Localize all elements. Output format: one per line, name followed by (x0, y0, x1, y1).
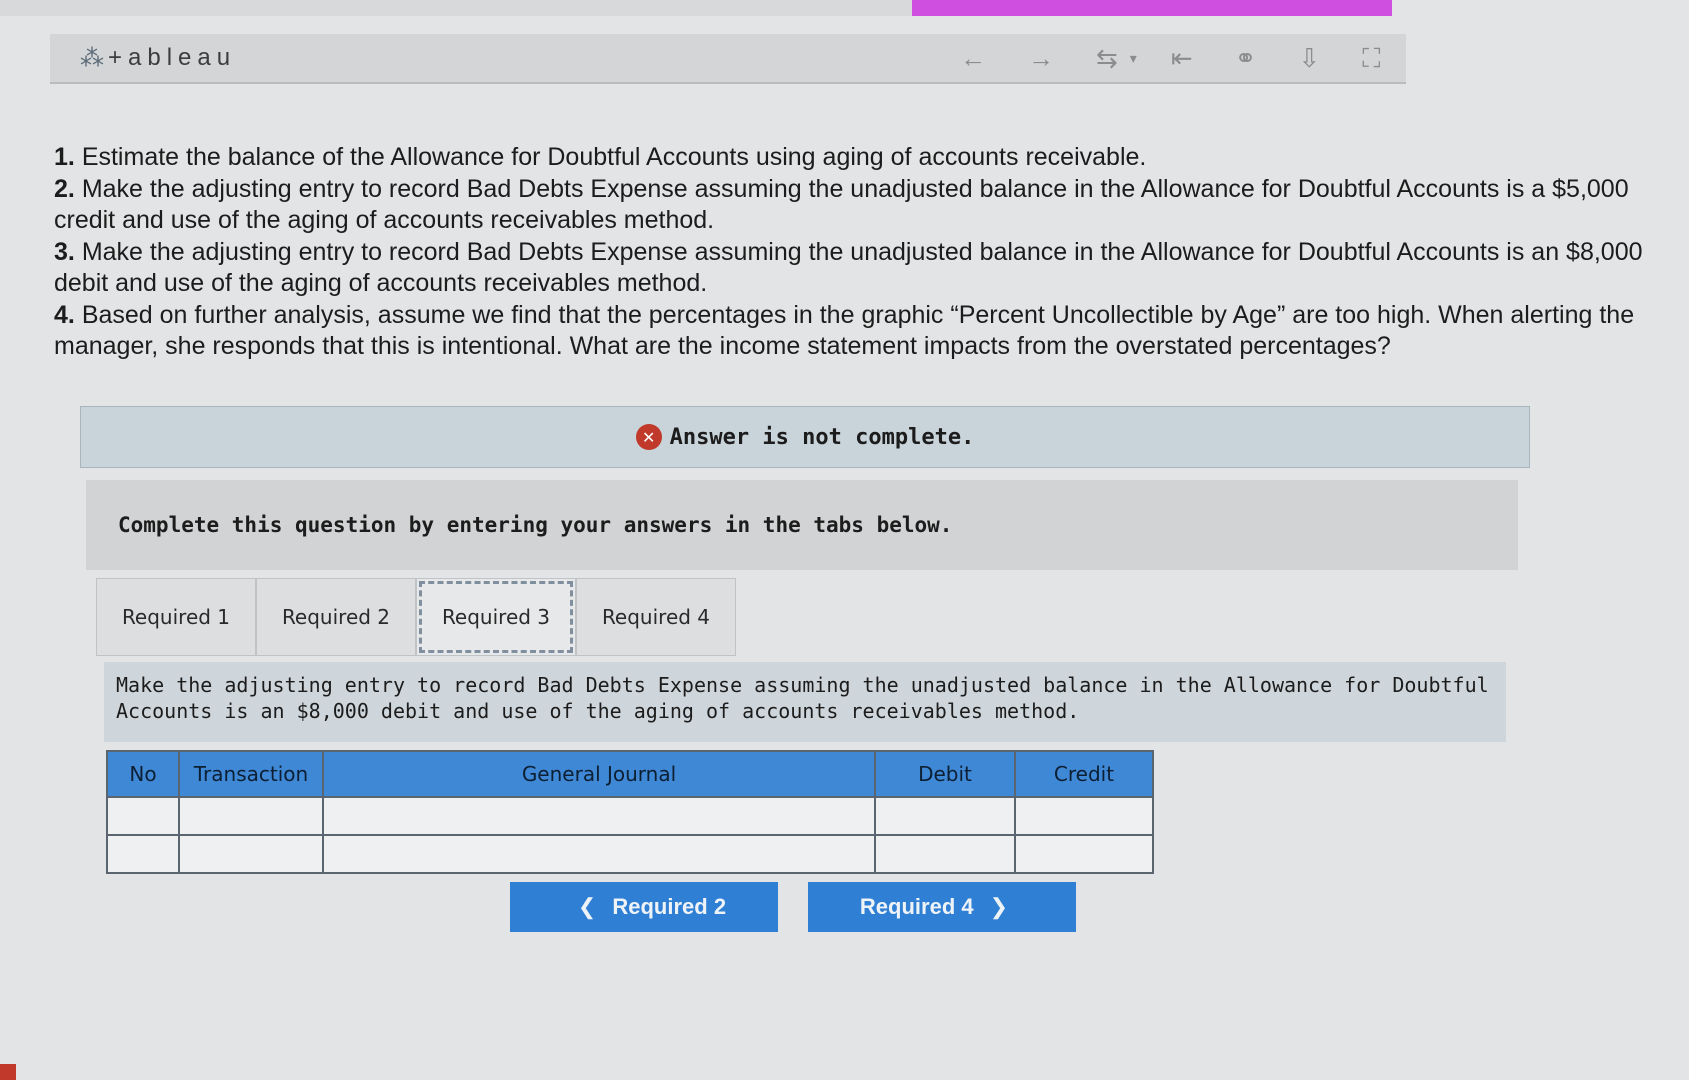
cell-no (106, 796, 180, 836)
question-prompt: Make the adjusting entry to record Bad D… (104, 662, 1506, 742)
tab-required-3[interactable]: Required 3 (416, 578, 576, 656)
instruction-item: 4. Based on further analysis, assume we … (54, 300, 1635, 361)
table-row (106, 796, 1154, 836)
next-button-label: Required 4 (859, 894, 974, 919)
tableau-logo: ⁂ +ableau (80, 44, 236, 73)
corner-marker (0, 1064, 16, 1080)
cell-transaction[interactable] (178, 796, 324, 836)
revert-icon[interactable]: ⇆ (1096, 45, 1118, 71)
tab-required-2[interactable]: Required 2 (256, 578, 416, 656)
top-bar-strip (0, 0, 912, 16)
x-circle-icon: ✕ (635, 424, 662, 450)
answer-status-banner: ✕ Answer is not complete. (80, 406, 1530, 468)
required-tabs: Required 1 Required 2 Required 3 Require… (96, 578, 736, 656)
cell-debit[interactable] (874, 834, 1016, 874)
question-text: Make the adjusting entry to record Bad D… (116, 673, 1489, 723)
instruction-item: 3. Make the adjusting entry to record Ba… (54, 237, 1643, 298)
tableau-logo-icon: ⁂ (80, 44, 104, 72)
back-arrow-icon[interactable]: ← (960, 45, 986, 71)
complete-instructions-text: Complete this question by entering your … (118, 513, 953, 537)
instructions-list: 1. Estimate the balance of the Allowance… (54, 142, 1674, 363)
tab-required-4[interactable]: Required 4 (576, 578, 736, 656)
next-required-button[interactable]: Required 4 ❯ (808, 882, 1076, 932)
col-general-journal: General Journal (322, 750, 876, 798)
cell-transaction[interactable] (178, 834, 324, 874)
tab-required-1[interactable]: Required 1 (96, 578, 256, 656)
prev-button-label: Required 2 (612, 894, 727, 919)
col-credit: Credit (1014, 750, 1154, 798)
top-accent-bar (912, 0, 1392, 16)
cell-debit[interactable] (874, 796, 1016, 836)
col-transaction: Transaction (178, 750, 324, 798)
cell-general-journal[interactable] (322, 796, 876, 836)
toolbar-tools: ← → ⇆ ▾ ⇤ ⚭ ⇩ ⛶ (960, 34, 1422, 82)
cell-no (106, 834, 180, 874)
forward-arrow-icon[interactable]: → (1028, 45, 1054, 71)
chevron-right-icon: ❯ (989, 894, 1009, 919)
instruction-item: 1. Estimate the balance of the Allowance… (54, 143, 1147, 171)
chevron-left-icon: ❮ (577, 894, 597, 919)
col-no: No (106, 750, 180, 798)
col-debit: Debit (874, 750, 1016, 798)
journal-table: No Transaction General Journal Debit Cre… (106, 750, 1154, 874)
tableau-toolbar: ⁂ +ableau ← → ⇆ ▾ ⇤ ⚭ ⇩ ⛶ (50, 34, 1406, 84)
fullscreen-icon[interactable]: ⛶ (1362, 45, 1380, 71)
dropdown-icon[interactable]: ▾ (1130, 51, 1137, 65)
cell-general-journal[interactable] (322, 834, 876, 874)
answer-status-text: Answer is not complete. (669, 424, 975, 450)
cell-credit[interactable] (1014, 834, 1154, 874)
tableau-logo-text: +ableau (108, 44, 237, 71)
download-icon[interactable]: ⇩ (1298, 45, 1320, 71)
share-icon[interactable]: ⚭ (1235, 45, 1257, 71)
cell-credit[interactable] (1014, 796, 1154, 836)
prev-required-button[interactable]: ❮ Required 2 (510, 882, 778, 932)
instruction-item: 2. Make the adjusting entry to record Ba… (54, 174, 1629, 235)
first-icon[interactable]: ⇤ (1171, 45, 1193, 71)
complete-instructions-box: Complete this question by entering your … (86, 480, 1518, 570)
journal-header-row: No Transaction General Journal Debit Cre… (106, 750, 1154, 798)
table-row (106, 834, 1154, 874)
